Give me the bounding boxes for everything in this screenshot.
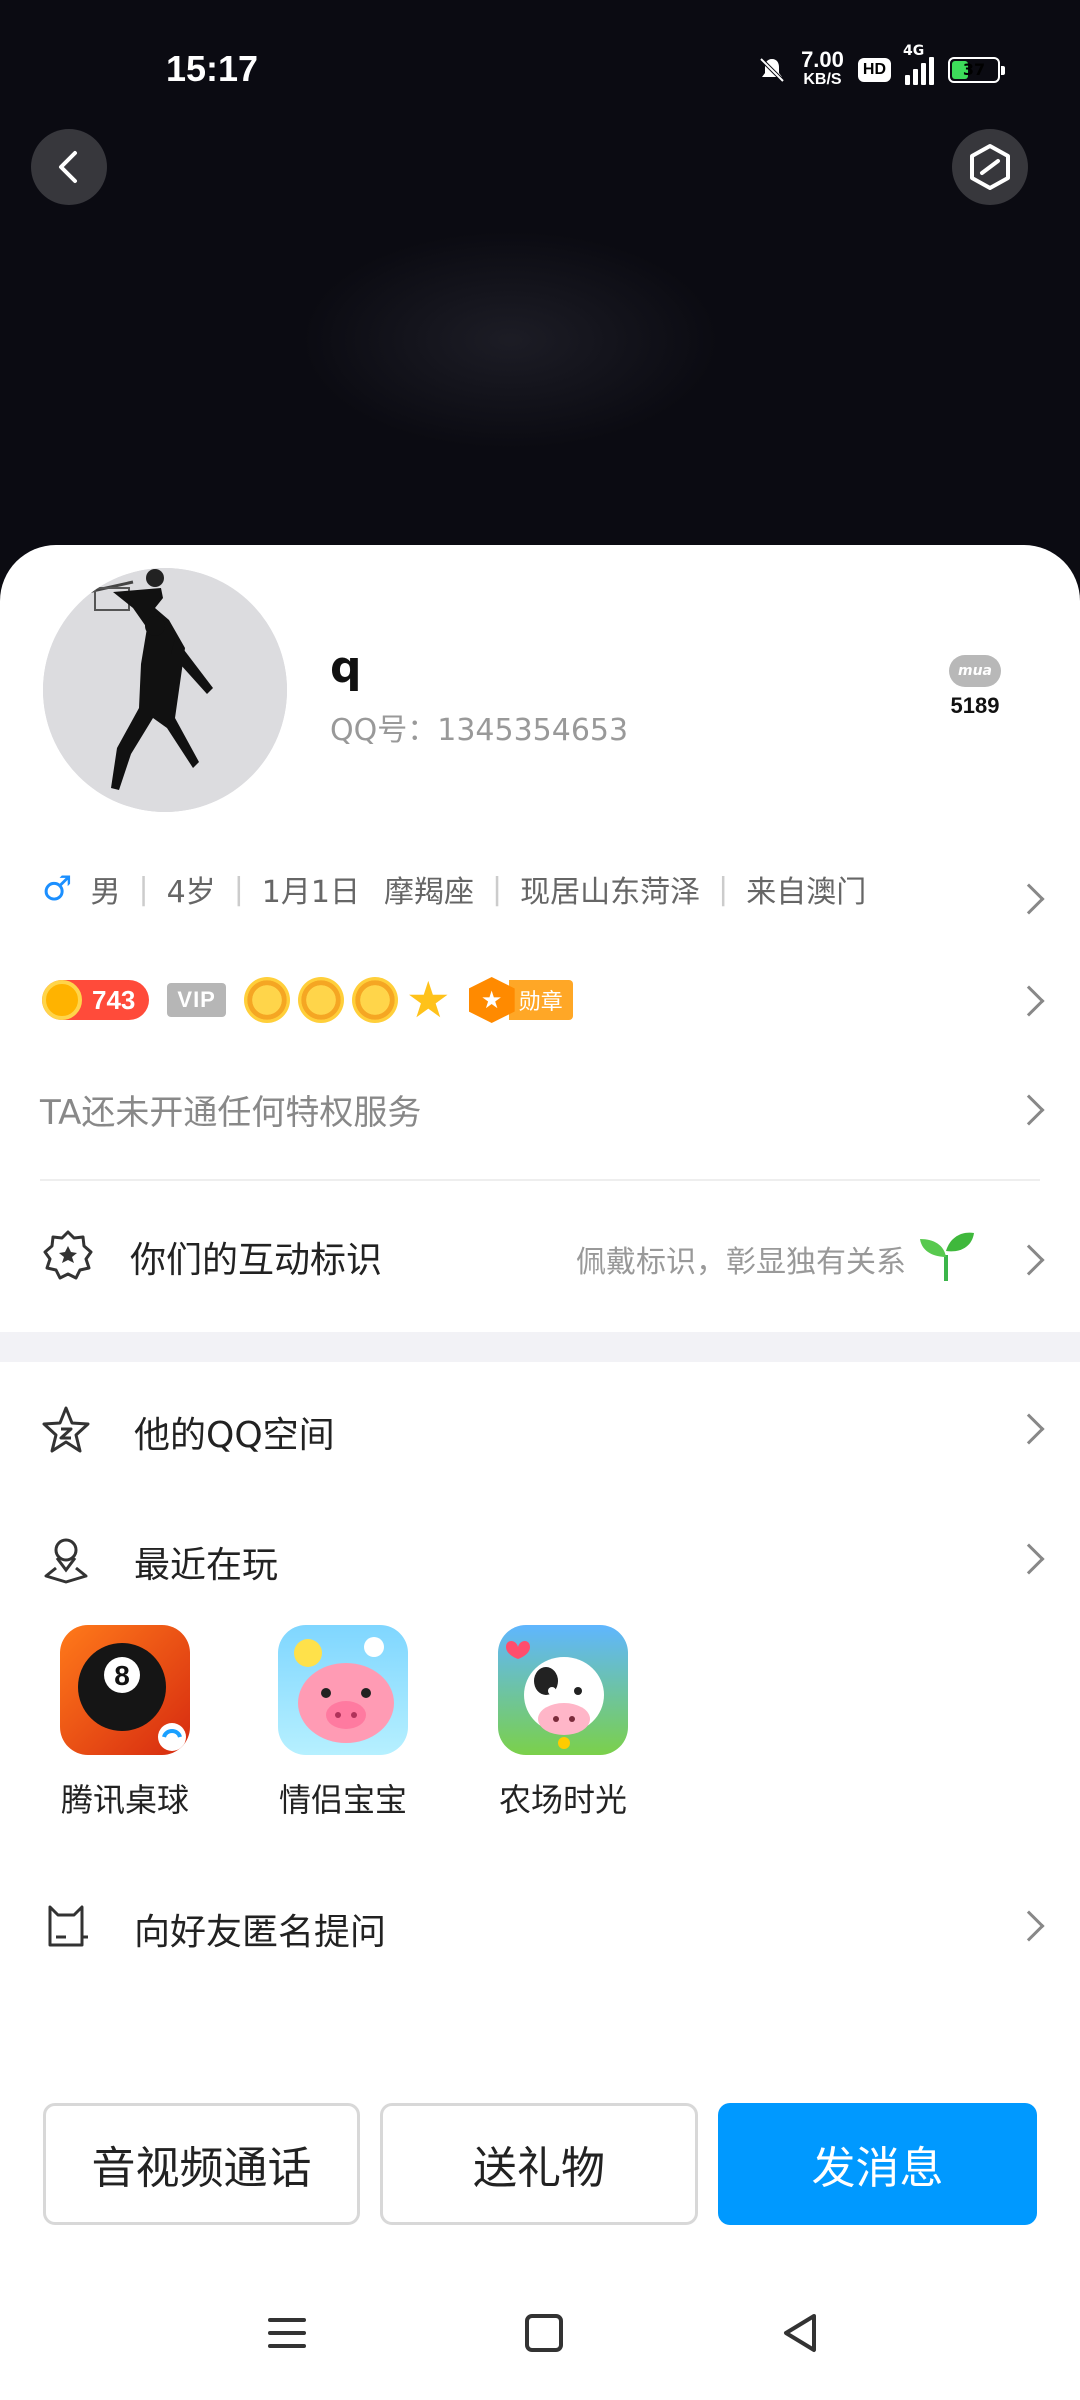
chevron-left-icon bbox=[59, 151, 77, 183]
coin-count: 743 bbox=[92, 984, 136, 1015]
menu-icon[interactable] bbox=[264, 2310, 310, 2356]
divider: | bbox=[138, 871, 149, 907]
send-message-button[interactable]: 发消息 bbox=[718, 2103, 1037, 2225]
svg-text:8: 8 bbox=[114, 1660, 130, 1691]
back-button[interactable] bbox=[31, 129, 107, 205]
hexagon-icon bbox=[970, 144, 1010, 190]
sprout-icon bbox=[920, 1232, 974, 1281]
coin-badge: 743 bbox=[42, 980, 150, 1020]
mua-count: 5189 bbox=[950, 693, 1000, 718]
recent-games-list: 8 腾讯桌球 情侣宝宝 农场时光 bbox=[0, 1625, 1080, 1825]
star-icon: ★ bbox=[405, 971, 451, 1029]
speed-value: 7.00 bbox=[801, 47, 844, 72]
hd-badge: HD bbox=[857, 58, 891, 82]
divider: | bbox=[718, 871, 729, 907]
medal-label: 勋章 bbox=[508, 980, 573, 1020]
qzone-star-icon bbox=[42, 1406, 90, 1453]
cover-image bbox=[300, 230, 720, 450]
speed-unit: KB/S bbox=[803, 71, 842, 88]
level-icons: ★ bbox=[243, 971, 451, 1029]
badges-row[interactable]: 743 VIP ★ ★ 勋章 bbox=[42, 975, 573, 1025]
status-bar: 15:17 7.00 KB/S HD 4G 37 bbox=[0, 0, 1080, 140]
cat-mailbox-icon bbox=[48, 1905, 88, 1947]
system-navigation-bar bbox=[0, 2280, 1080, 2390]
chevron-right-icon[interactable] bbox=[1013, 1094, 1045, 1126]
interaction-hint: 佩戴标识，彰显独有关系 bbox=[576, 1245, 906, 1280]
nickname: q bbox=[330, 642, 362, 693]
basketball-player-silhouette bbox=[43, 568, 287, 812]
divider bbox=[40, 1179, 1040, 1181]
profile-page: 15:17 7.00 KB/S HD 4G 37 q QQ号：134535465… bbox=[0, 0, 1080, 2400]
section-gap bbox=[0, 1332, 1080, 1362]
interaction-label: 你们的互动标识 bbox=[130, 1240, 383, 1281]
signal-icon: 4G bbox=[903, 43, 934, 85]
chevron-right-icon bbox=[1013, 1413, 1045, 1445]
divider: | bbox=[491, 871, 503, 907]
game-name: 农场时光 bbox=[498, 1781, 627, 1819]
more-options-button[interactable] bbox=[952, 129, 1028, 205]
age: 4岁 bbox=[166, 875, 216, 910]
zodiac: 摩羯座 bbox=[383, 875, 474, 910]
sun-icon bbox=[243, 977, 290, 1023]
star-shield-icon: ★ bbox=[468, 977, 515, 1023]
chevron-right-icon bbox=[1013, 1244, 1045, 1276]
av-call-button[interactable]: 音视频通话 bbox=[43, 2103, 360, 2225]
qq-number: QQ号：1345354653 bbox=[330, 713, 629, 748]
send-gift-button[interactable]: 送礼物 bbox=[380, 2103, 698, 2225]
medal-badge: ★ 勋章 bbox=[468, 977, 573, 1023]
sun-icon bbox=[351, 977, 398, 1023]
vip-badge: VIP bbox=[167, 983, 226, 1017]
battery-level: 37 bbox=[962, 60, 986, 79]
recent-play-row[interactable]: 最近在玩 bbox=[0, 1498, 1080, 1618]
game-name: 腾讯桌球 bbox=[60, 1781, 189, 1819]
profile-card: q QQ号：1345354653 mua 5189 ♂ 男 | 4岁 | 1月1… bbox=[0, 545, 1080, 2400]
network-speed: 7.00 KB/S bbox=[801, 47, 844, 90]
anonymous-question-label: 向好友匿名提问 bbox=[134, 1912, 387, 1953]
avatar[interactable] bbox=[43, 568, 287, 812]
status-time: 15:17 bbox=[166, 48, 259, 89]
billiards-game-icon: 8 bbox=[60, 1625, 190, 1755]
home-square-icon[interactable] bbox=[521, 2310, 567, 2356]
recent-play-label: 最近在玩 bbox=[134, 1545, 279, 1586]
coin-icon bbox=[42, 980, 82, 1020]
male-icon: ♂ bbox=[42, 869, 73, 909]
hometown: 来自澳门 bbox=[746, 875, 867, 910]
interaction-mark-row[interactable]: 你们的互动标识 佩戴标识，彰显独有关系 bbox=[0, 1185, 1080, 1335]
chevron-right-icon[interactable] bbox=[1013, 883, 1045, 915]
game-item[interactable]: 农场时光 bbox=[473, 1625, 653, 1821]
network-type: 4G bbox=[903, 43, 925, 59]
anonymous-question-row[interactable]: 向好友匿名提问 bbox=[0, 1865, 1080, 1985]
profile-cover: 15:17 7.00 KB/S HD 4G 37 bbox=[0, 0, 1080, 560]
chevron-right-icon bbox=[1013, 1543, 1045, 1575]
qzone-row[interactable]: 他的QQ空间 bbox=[0, 1368, 1080, 1488]
mua-cloud-icon: mua bbox=[949, 655, 1001, 687]
qzone-label: 他的QQ空间 bbox=[134, 1415, 335, 1456]
badge-gear-icon bbox=[43, 1230, 93, 1280]
mute-icon bbox=[759, 57, 785, 83]
mua-counter[interactable]: mua 5189 bbox=[940, 655, 1010, 719]
privilege-status[interactable]: TA还未开通任何特权服务 bbox=[40, 1085, 421, 1134]
location-pin-icon bbox=[44, 1538, 88, 1584]
pig-game-icon bbox=[278, 1625, 408, 1755]
battery-icon: 37 bbox=[948, 57, 1005, 83]
back-triangle-icon[interactable] bbox=[778, 2310, 824, 2356]
status-icons: 7.00 KB/S HD 4G 37 bbox=[757, 43, 1005, 96]
game-name: 情侣宝宝 bbox=[278, 1781, 407, 1819]
chevron-right-icon[interactable] bbox=[1013, 985, 1045, 1017]
game-item[interactable]: 情侣宝宝 bbox=[253, 1625, 433, 1821]
residence: 现居山东菏泽 bbox=[520, 875, 701, 910]
divider: | bbox=[233, 871, 244, 907]
birthday: 1月1日 bbox=[261, 875, 360, 910]
chevron-right-icon bbox=[1013, 1910, 1045, 1942]
personal-info-row[interactable]: ♂ 男 | 4岁 | 1月1日 摩羯座 | 现居山东菏泽 | 来自澳门 bbox=[42, 867, 866, 911]
cow-game-icon bbox=[498, 1625, 628, 1755]
gender: 男 bbox=[90, 875, 121, 910]
sun-icon bbox=[297, 977, 344, 1023]
game-item[interactable]: 8 腾讯桌球 bbox=[35, 1625, 215, 1821]
